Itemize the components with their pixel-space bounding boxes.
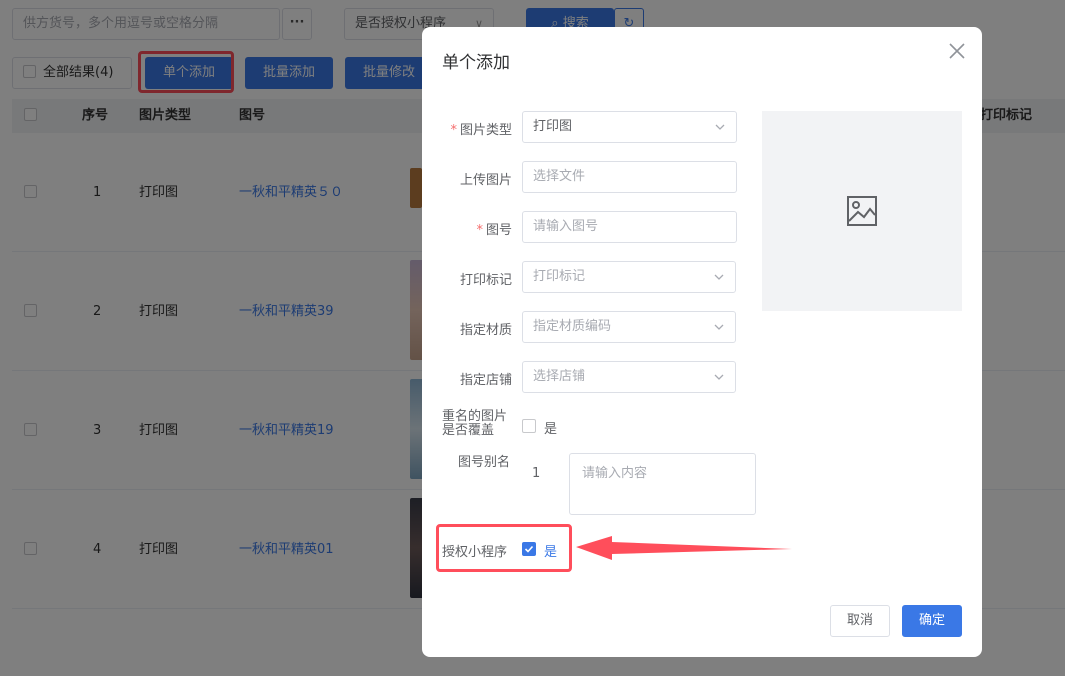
chevron-down-icon [714, 324, 724, 330]
material-select[interactable]: 指定材质编码 [522, 311, 736, 343]
store-placeholder: 选择店铺 [533, 369, 586, 384]
required-mark: * [476, 223, 483, 238]
overwrite-option-label[interactable]: 是 [544, 418, 557, 437]
alias-label: 图号别名 [457, 455, 510, 470]
image-type-label-text: 图片类型 [459, 123, 512, 138]
overwrite-checkbox[interactable] [522, 419, 536, 433]
alias-textarea[interactable]: 请输入内容 [569, 453, 756, 515]
overwrite-label: 重名的图片 是否覆盖 [442, 410, 522, 438]
upload-file-input[interactable]: 选择文件 [522, 161, 737, 193]
image-code-label-text: 图号 [485, 223, 512, 238]
check-icon [524, 545, 534, 553]
image-type-select[interactable]: 打印图 [522, 111, 737, 143]
authorize-option-label[interactable]: 是 [544, 541, 557, 560]
image-type-value: 打印图 [533, 119, 573, 134]
alias-index: 1 [532, 466, 541, 481]
print-mark-placeholder: 打印标记 [533, 269, 586, 284]
close-icon[interactable] [946, 40, 968, 62]
image-placeholder-icon [847, 196, 877, 226]
chevron-down-icon [715, 124, 725, 130]
chevron-down-icon [714, 374, 724, 380]
overwrite-label-line1: 重名的图片 [442, 409, 508, 424]
material-placeholder: 指定材质编码 [533, 319, 612, 334]
required-mark: * [450, 123, 457, 138]
store-select[interactable]: 选择店铺 [522, 361, 736, 393]
print-mark-select[interactable]: 打印标记 [522, 261, 736, 293]
image-preview [762, 111, 962, 311]
authorize-checkbox[interactable] [522, 542, 536, 556]
dialog-title: 单个添加 [442, 53, 510, 73]
authorize-label: 授权小程序 [442, 545, 508, 560]
upload-label: 上传图片 [459, 173, 512, 188]
annotation-arrow [576, 536, 792, 560]
material-label: 指定材质 [459, 323, 512, 338]
confirm-button[interactable]: 确定 [902, 605, 962, 637]
image-code-input[interactable]: 请输入图号 [522, 211, 737, 243]
print-mark-label: 打印标记 [459, 273, 512, 288]
image-code-label: * 图号 [422, 219, 512, 238]
single-add-dialog: 单个添加 * 图片类型 打印图 上传图片 选择文件 * 图号 请输入图号 打印标记 … [422, 27, 982, 657]
overwrite-label-line2: 是否覆盖 [442, 423, 495, 438]
store-label: 指定店铺 [459, 373, 512, 388]
image-type-label: * 图片类型 [422, 119, 512, 138]
chevron-down-icon [714, 274, 724, 280]
cancel-button[interactable]: 取消 [830, 605, 890, 637]
